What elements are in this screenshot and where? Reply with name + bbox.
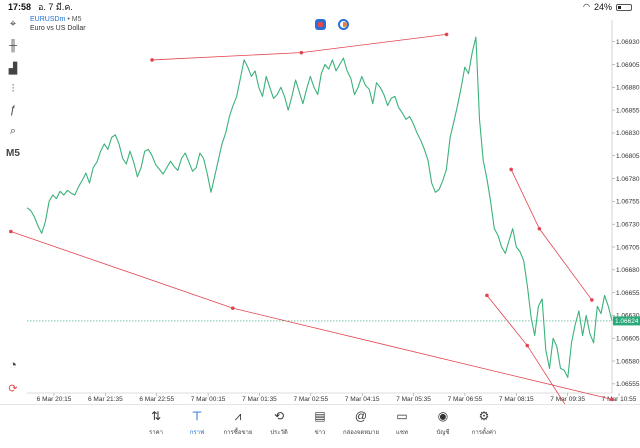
time-tick-label: 7 Mar 08:15 — [499, 396, 534, 403]
trendline-anchor — [485, 293, 489, 298]
price-tick-label: 1.06880 — [616, 85, 640, 92]
time-tick-label: 7 Mar 09:35 — [550, 396, 585, 403]
history-icon: ⟲ — [273, 409, 285, 423]
nav-label: กราฟ — [189, 430, 205, 436]
time-tick-label: 6 Mar 22:55 — [139, 396, 174, 403]
price-tick-label: 1.06655 — [616, 290, 640, 297]
nav-chat[interactable]: ▭ แชท — [382, 409, 422, 441]
time-tick-label: 7 Mar 04:15 — [345, 396, 380, 403]
chat-icon: ▭ — [396, 409, 408, 423]
time-tick-label: 7 Mar 01:35 — [242, 396, 277, 403]
nav-chart[interactable]: 𝍮 กราฟ — [177, 409, 217, 441]
trendline — [510, 169, 593, 301]
trendline-anchor — [509, 167, 513, 172]
mailbox-icon: @ — [354, 409, 368, 423]
time-tick-label: 7 Mar 05:35 — [396, 396, 431, 403]
trendline-anchor — [299, 50, 304, 55]
nav-settings[interactable]: ⚙ การตั้งค่า — [464, 409, 504, 441]
time-tick-label: 6 Mar 21:35 — [88, 396, 123, 403]
nav-label: ข่าว — [314, 430, 326, 436]
price-chart[interactable]: 1.06930 1.06905 1.06880 1.06855 1.06830 1.068… — [0, 0, 640, 404]
trendline — [486, 295, 566, 404]
chart-icon: 𝍮 — [192, 409, 202, 423]
trendline — [152, 33, 447, 61]
price-tick-label: 1.06830 — [616, 130, 640, 137]
trendline-anchor — [610, 397, 614, 402]
trendline-anchor — [230, 306, 235, 310]
bottom-nav: ⇅ ราคา 𝍮 กราฟ ⩘ การซื้อขาย ⟲ ประวัติ ▤ ข… — [0, 404, 640, 448]
price-tick-label: 1.06730 — [616, 221, 640, 228]
price-tick-label: 1.06805 — [616, 153, 640, 160]
nav-label: แชท — [396, 430, 408, 436]
price-tick-label: 1.06605 — [616, 336, 640, 343]
nav-trade[interactable]: ⩘ การซื้อขาย — [218, 409, 258, 441]
price-tick-label: 1.06680 — [616, 267, 640, 274]
price-tick-label: 1.06905 — [616, 62, 640, 69]
nav-accounts[interactable]: ◉ บัญชี — [423, 409, 463, 441]
nav-mailbox[interactable]: @ กล่องจดหมาย — [341, 409, 381, 441]
current-price-label: 1.06624 — [615, 318, 639, 325]
time-tick-label: 6 Mar 20:15 — [37, 396, 72, 403]
nav-label: บัญชี — [436, 430, 450, 436]
time-tick-label: 7 Mar 06:55 — [448, 396, 483, 403]
trendline-anchor — [590, 298, 594, 302]
price-tick-label: 1.06755 — [616, 199, 640, 206]
trade-icon: ⩘ — [234, 409, 242, 423]
time-tick-label: 7 Mar 10:55 — [602, 396, 637, 403]
price-tick-label: 1.06705 — [616, 244, 640, 251]
accounts-icon: ◉ — [437, 409, 449, 423]
price-tick-label: 1.06555 — [616, 381, 640, 388]
trendline-anchor — [525, 343, 530, 348]
price-tick-label: 1.06580 — [616, 358, 640, 365]
nav-label: กล่องจดหมาย — [342, 430, 380, 436]
quotes-icon: ⇅ — [150, 409, 162, 423]
trendline-anchor — [444, 32, 449, 37]
price-tick-label: 1.06855 — [616, 107, 640, 114]
news-icon: ▤ — [314, 409, 326, 423]
trendline-anchor — [9, 229, 13, 234]
price-tick-label: 1.06930 — [616, 39, 640, 46]
trendline-anchor — [150, 58, 154, 62]
nav-quotes[interactable]: ⇅ ราคา — [136, 409, 176, 441]
time-tick-label: 7 Mar 00:15 — [191, 396, 226, 403]
time-tick-label: 7 Mar 02:55 — [293, 396, 328, 403]
nav-label: การซื้อขาย — [223, 430, 253, 436]
settings-icon: ⚙ — [478, 409, 490, 423]
price-series-line — [26, 36, 613, 379]
nav-label: ประวัติ — [270, 430, 288, 436]
trendline-anchor — [537, 226, 542, 231]
nav-label: การตั้งค่า — [471, 430, 497, 436]
nav-label: ราคา — [149, 430, 163, 436]
nav-news[interactable]: ▤ ข่าว — [300, 409, 340, 441]
nav-history[interactable]: ⟲ ประวัติ — [259, 409, 299, 441]
price-tick-label: 1.06780 — [616, 176, 640, 183]
